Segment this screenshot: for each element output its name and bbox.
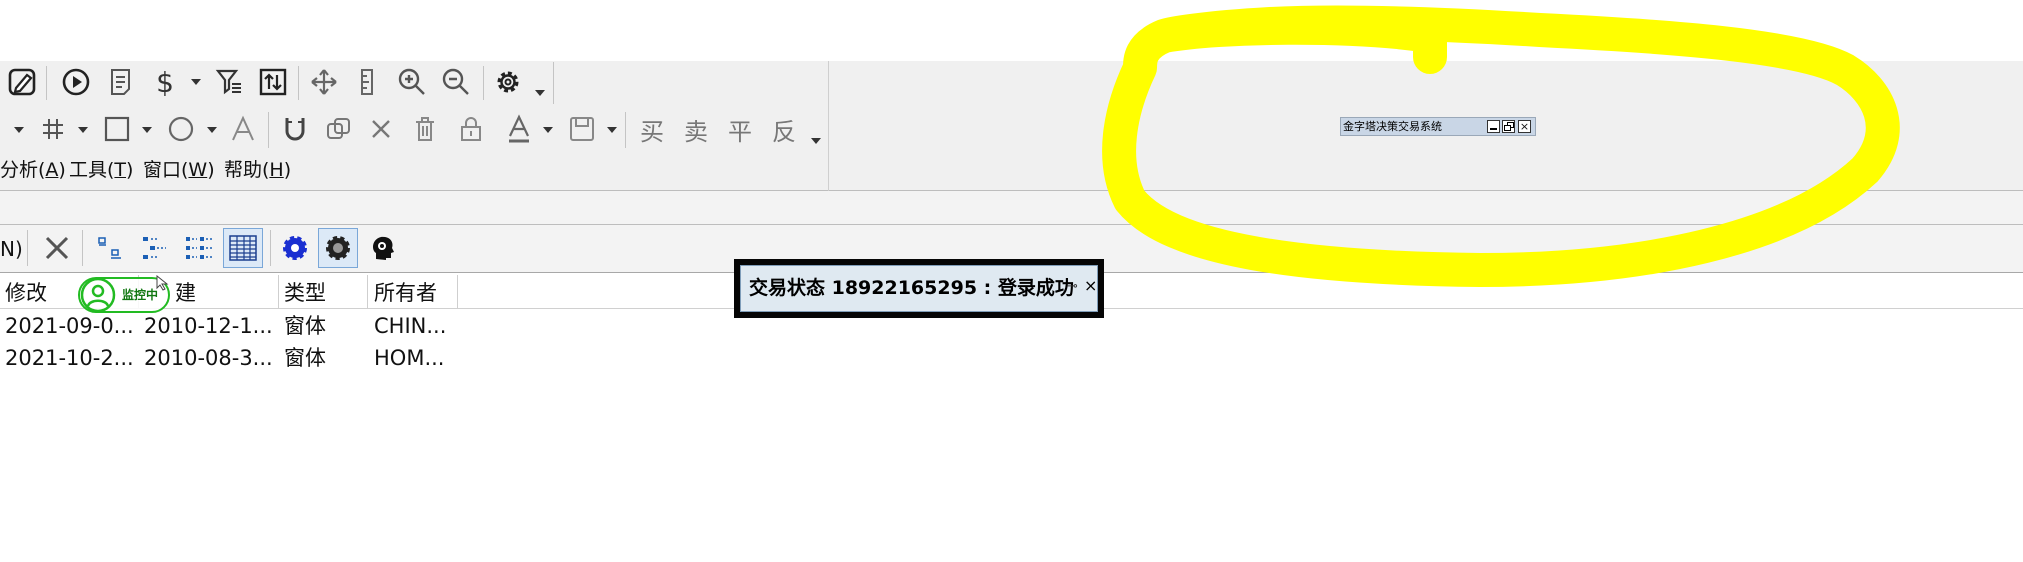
cell-created: 2010-08-3... <box>144 346 273 370</box>
cell-modified: 2021-10-2... <box>5 346 134 370</box>
column-divider <box>278 275 279 309</box>
highlight-stroke <box>1102 5 1900 287</box>
trade-status-popup: 交易状态 18922165295 : 登录成功 ⊸ × <box>734 259 1104 318</box>
highlight-annotation <box>1102 5 1900 287</box>
cursor-icon <box>156 274 170 291</box>
user-icon <box>80 277 116 313</box>
document-icon[interactable] <box>103 64 139 100</box>
cell-type: 窗体 <box>284 346 326 370</box>
small-icons-view-icon[interactable] <box>94 230 128 266</box>
column-header-type[interactable]: 类型 <box>284 278 326 308</box>
cell-modified: 2021-09-0... <box>5 314 134 338</box>
toolbar-separator <box>268 112 269 148</box>
toolbar-separator <box>270 230 271 266</box>
gear-dropdown-caret[interactable] <box>535 90 545 96</box>
filter-icon[interactable] <box>212 64 246 100</box>
column-divider <box>367 275 368 309</box>
line-dropdown-caret[interactable] <box>14 127 24 133</box>
cell-type: 窗体 <box>284 314 326 338</box>
ellipse-dropdown-caret[interactable] <box>207 127 217 133</box>
close-icon[interactable]: × <box>1518 120 1531 133</box>
save-dropdown-caret[interactable] <box>607 127 617 133</box>
column-divider <box>457 275 458 309</box>
trade-status-text: 交易状态 18922165295 : 登录成功 <box>749 277 1074 299</box>
toolbar-separator <box>483 66 484 100</box>
copy-icon[interactable] <box>322 112 356 146</box>
column-header-owner[interactable]: 所有者 <box>374 278 437 308</box>
toolbar-separator <box>553 62 554 104</box>
dollar-icon[interactable]: $ <box>150 64 180 100</box>
toolbar-separator <box>82 230 83 266</box>
column-header-modified[interactable]: 修改 <box>5 278 47 308</box>
blue-gear-icon[interactable] <box>278 230 312 266</box>
profile-head-icon[interactable] <box>366 230 400 266</box>
play-icon[interactable] <box>58 64 94 100</box>
ruler-icon[interactable] <box>352 64 382 100</box>
buy-button[interactable]: 买 <box>636 112 668 146</box>
menu-window[interactable]: 窗口(W) <box>143 158 215 182</box>
minimized-window[interactable]: 金字塔决策交易系统 × <box>1340 117 1536 136</box>
zoom-in-icon[interactable] <box>394 64 430 100</box>
menu-help[interactable]: 帮助(H) <box>224 158 291 182</box>
tree-view-icon[interactable] <box>138 230 172 266</box>
move-icon[interactable] <box>306 64 342 100</box>
lock-icon[interactable] <box>456 112 486 146</box>
menu-tools[interactable]: 工具(T) <box>69 158 133 182</box>
menu-analysis[interactable]: 分析(A) <box>0 158 66 182</box>
grid-icon[interactable] <box>38 112 68 146</box>
cell-created: 2010-12-1... <box>144 314 273 338</box>
save-icon[interactable] <box>565 112 599 146</box>
close-icon[interactable]: × <box>1084 276 1097 296</box>
trade-status-inner: 交易状态 18922165295 : 登录成功 ⊸ × <box>740 265 1098 312</box>
pin-icon[interactable]: ⊸ <box>1067 278 1078 296</box>
restore-icon[interactable] <box>1502 120 1515 133</box>
minimize-icon[interactable] <box>1487 120 1500 133</box>
font-color-icon[interactable] <box>504 112 534 146</box>
monitor-badge-label: 监控中 <box>122 288 159 302</box>
toolbar-separator <box>298 66 299 100</box>
column-header-created[interactable]: 建 <box>175 278 196 308</box>
settings-gear-icon[interactable] <box>318 228 358 268</box>
close-icon[interactable] <box>40 230 74 266</box>
trash-icon[interactable] <box>410 112 440 146</box>
list-view-icon[interactable] <box>182 230 216 266</box>
text-tool-icon[interactable] <box>228 112 258 146</box>
trade-dropdown-caret[interactable] <box>811 138 821 144</box>
sell-button[interactable]: 卖 <box>680 112 712 146</box>
toolbar-separator <box>625 112 626 148</box>
delete-icon[interactable] <box>366 112 396 146</box>
rectangle-dropdown-caret[interactable] <box>142 127 152 133</box>
toolbar-right-edge <box>828 61 829 191</box>
dollar-dropdown-caret[interactable] <box>191 79 201 85</box>
rectangle-icon[interactable] <box>100 112 134 146</box>
cutoff-button-label[interactable]: N) <box>0 236 23 262</box>
close-position-button[interactable]: 平 <box>724 112 756 146</box>
grid-dropdown-caret[interactable] <box>78 127 88 133</box>
sort-icon[interactable] <box>255 64 291 100</box>
toolbar-separator <box>27 230 28 266</box>
toolbar-separator <box>46 66 47 100</box>
ellipse-icon[interactable] <box>164 112 198 146</box>
cell-owner: CHIN... <box>374 314 447 338</box>
zoom-out-icon[interactable] <box>438 64 474 100</box>
minimized-window-title: 金字塔决策交易系统 <box>1343 120 1442 133</box>
font-color-dropdown-caret[interactable] <box>543 127 553 133</box>
magnet-icon[interactable] <box>280 112 310 146</box>
cell-owner: HOM... <box>374 346 445 370</box>
reverse-button[interactable]: 反 <box>768 112 800 146</box>
gear-icon[interactable] <box>490 64 526 100</box>
edit-icon[interactable] <box>4 64 40 100</box>
details-view-icon[interactable] <box>223 228 263 268</box>
